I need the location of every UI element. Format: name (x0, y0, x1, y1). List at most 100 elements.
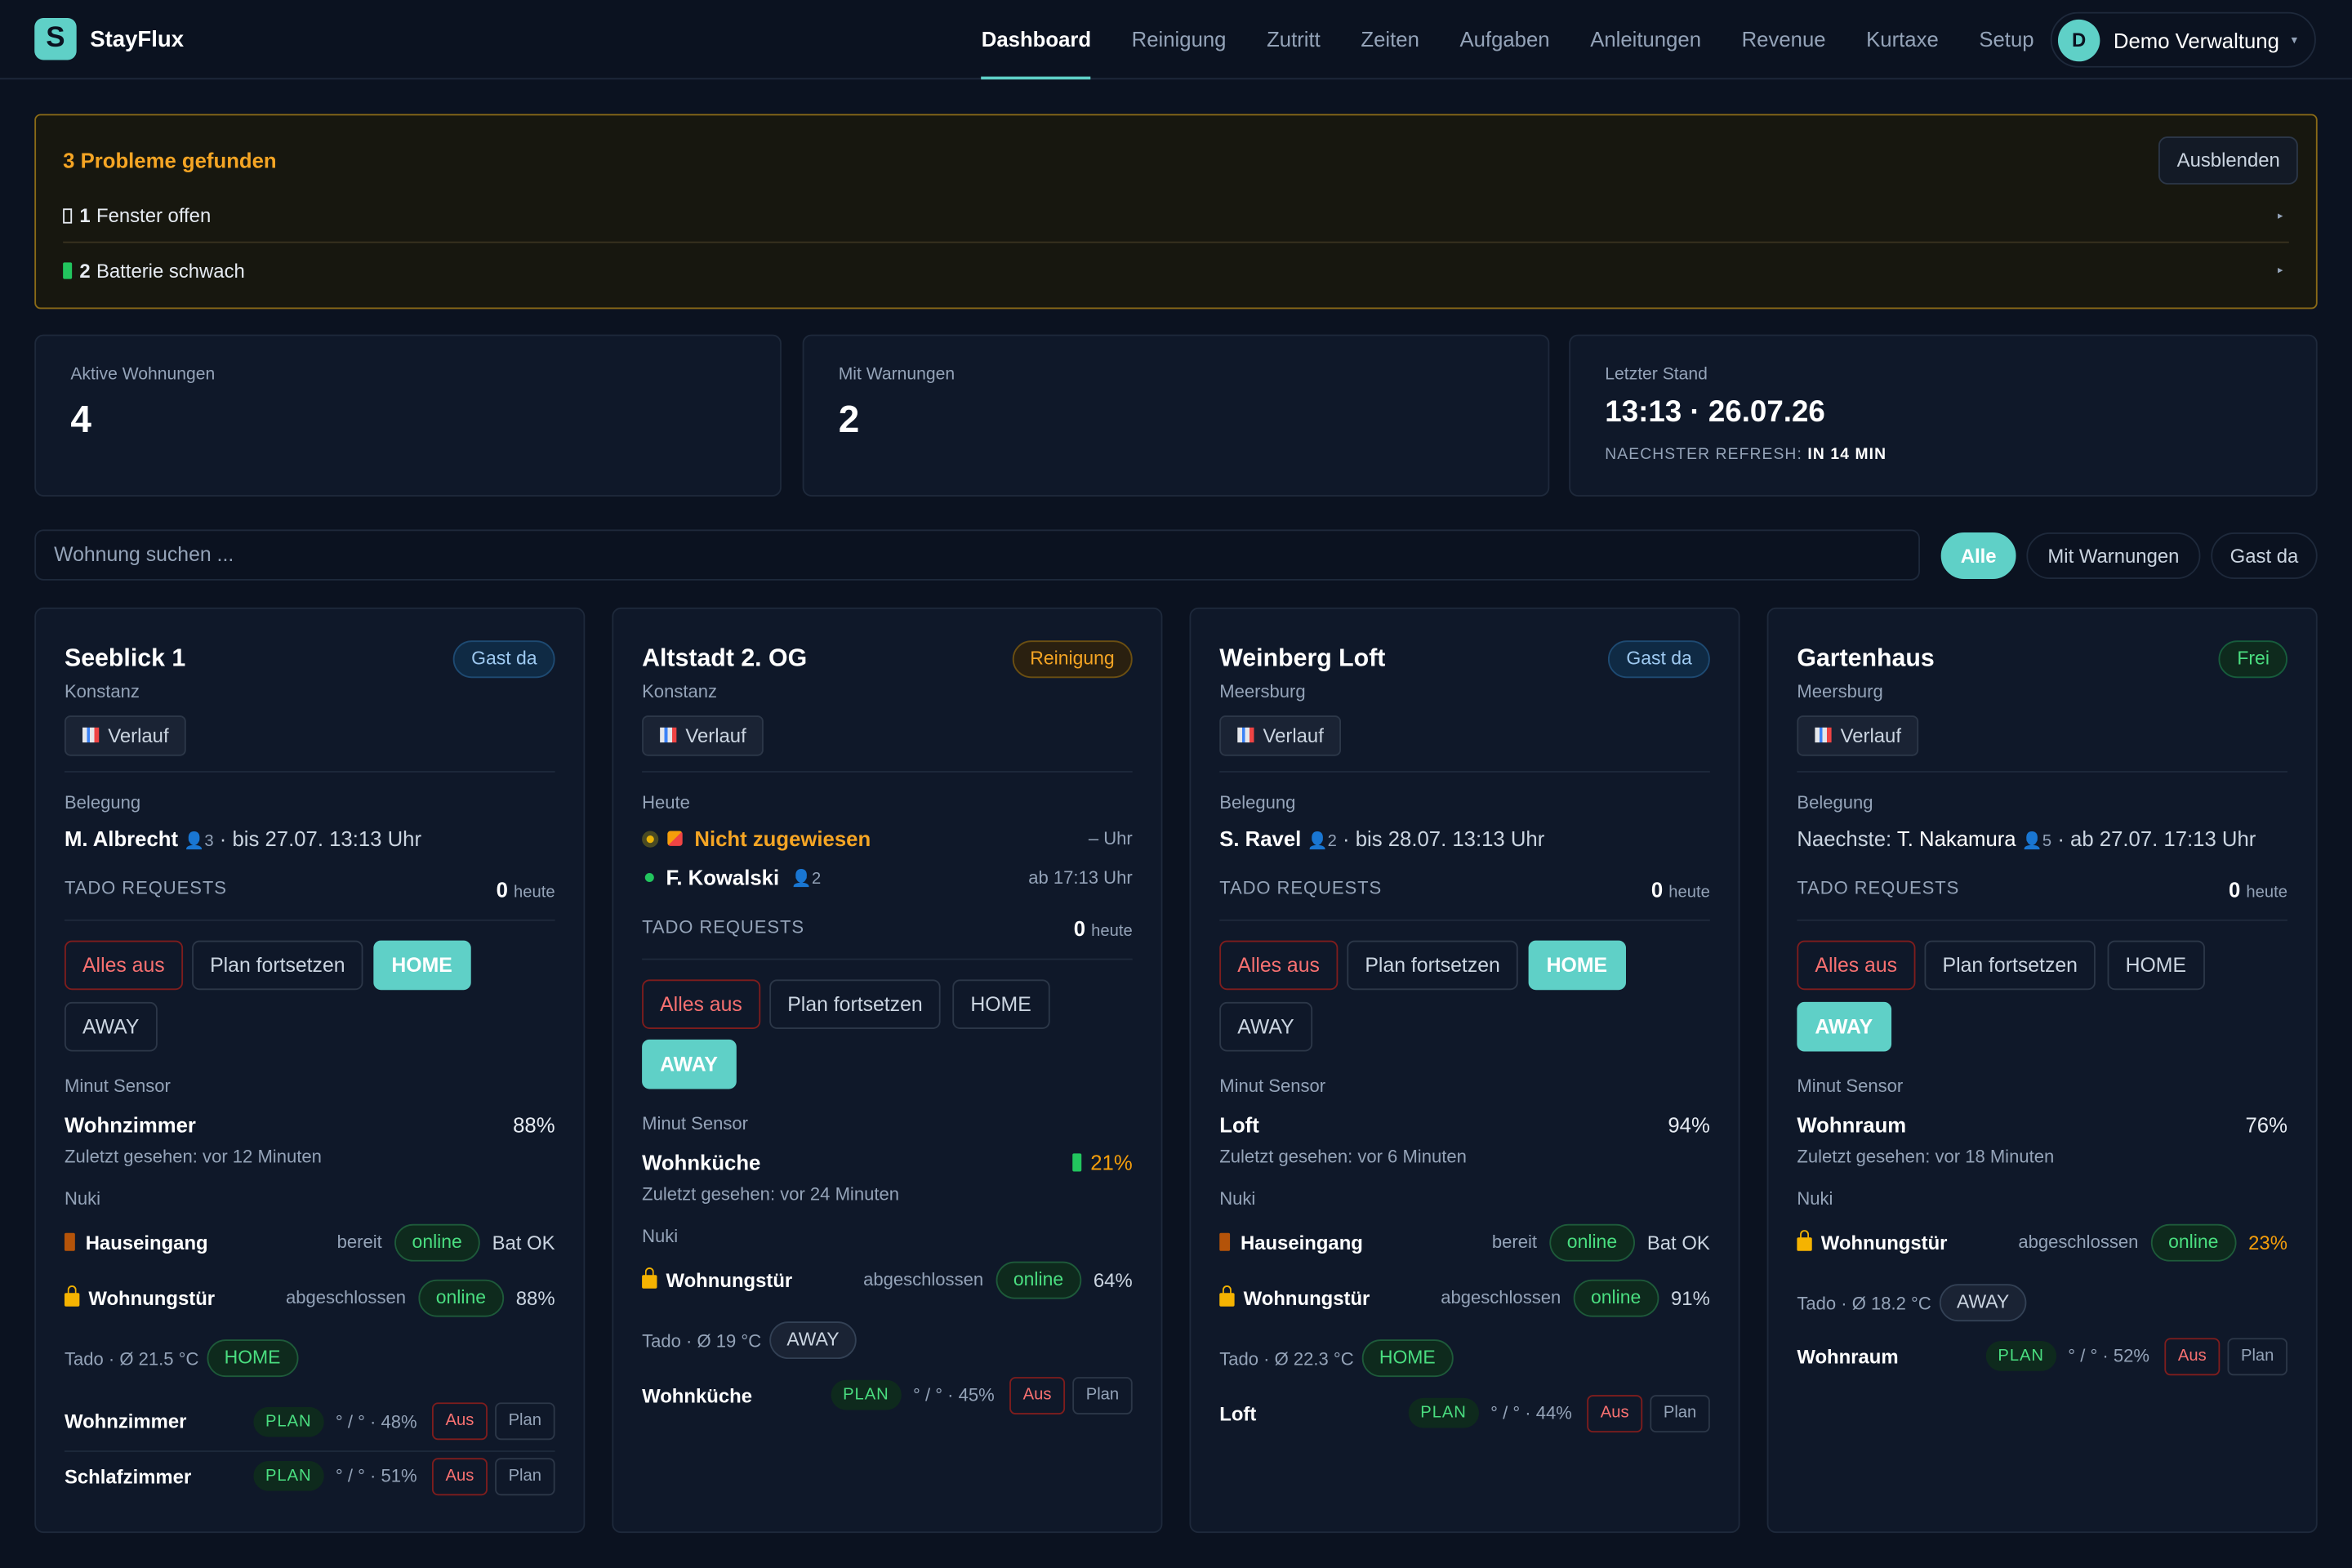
sensor-last-seen: Zuletzt gesehen: vor 24 Minuten (642, 1183, 899, 1205)
search-input[interactable]: Wohnung suchen ... (34, 529, 1920, 581)
all-off-button[interactable]: Alles aus (1219, 940, 1338, 991)
tado-requests: TADO REQUESTS 0 heute (642, 916, 1133, 941)
alert-row-window[interactable]: 1 Fenster offen ▸ (63, 189, 2289, 243)
broom-icon (667, 831, 683, 846)
app-root: S StayFlux Dashboard Reinigung Zutritt Z… (0, 0, 2352, 1567)
nav-revenue[interactable]: Revenue (1742, 0, 1826, 79)
away-mode-button[interactable]: AWAY (64, 1001, 158, 1052)
nuki-lock[interactable]: Hauseingang bereit online Bat OK (1219, 1223, 1710, 1262)
room-plan-button[interactable]: Plan (1650, 1394, 1710, 1432)
tado-requests: TADO REQUESTS 0 heute (1797, 877, 2287, 902)
home-mode-button[interactable]: HOME (952, 979, 1049, 1029)
home-mode-button[interactable]: HOME (2107, 940, 2205, 991)
plan-badge: PLAN (1985, 1341, 2056, 1371)
room-plan-button[interactable]: Plan (2227, 1337, 2287, 1375)
apartment-card: Weinberg Loft Meersburg Gast da Verlauf … (1189, 607, 1740, 1534)
stat-label: Aktive Wohnungen (70, 366, 216, 385)
away-mode-button[interactable]: AWAY (1219, 1001, 1312, 1052)
room-plan-button[interactable]: Plan (1072, 1376, 1133, 1414)
nav-zutritt[interactable]: Zutritt (1267, 0, 1321, 79)
home-mode-button[interactable]: HOME (373, 940, 470, 991)
nuki-lock[interactable]: Wohnungstür abgeschlossen online 23% (1797, 1223, 2287, 1262)
nuki-lock[interactable]: Wohnungstür abgeschlossen online 91% (1219, 1278, 1710, 1317)
chart-icon (1237, 727, 1254, 743)
apartment-city: Konstanz (64, 680, 140, 702)
sensor-value: 88% (513, 1112, 555, 1138)
section-label: Belegung (1219, 791, 1296, 813)
resume-plan-button[interactable]: Plan fortsetzen (1924, 940, 2096, 991)
status-badge: Gast da (1608, 640, 1710, 679)
nav-dashboard[interactable]: Dashboard (981, 0, 1092, 80)
user-menu[interactable]: D Demo Verwaltung ▾ (2050, 11, 2316, 68)
filter-all[interactable]: Alle (1940, 532, 2016, 579)
history-button[interactable]: Verlauf (64, 715, 187, 756)
expand-icon: ▸ (2278, 211, 2283, 221)
brand-name[interactable]: StayFlux (90, 27, 184, 52)
resume-plan-button[interactable]: Plan fortsetzen (1347, 940, 1518, 991)
history-button[interactable]: Verlauf (1219, 715, 1342, 756)
plan-badge: PLAN (253, 1460, 324, 1491)
status-dot-icon (644, 872, 654, 882)
chevron-down-icon: ▾ (2291, 33, 2297, 47)
history-button[interactable]: Verlauf (642, 715, 764, 756)
history-button[interactable]: Verlauf (1797, 715, 1920, 756)
away-mode-button[interactable]: AWAY (642, 1039, 736, 1089)
filter-guest[interactable]: Gast da (2211, 532, 2318, 579)
resume-plan-button[interactable]: Plan fortsetzen (192, 940, 363, 991)
alert-text: Fenster offen (96, 203, 212, 227)
window-icon (63, 207, 73, 223)
avatar: D (2057, 18, 2100, 61)
home-mode-button[interactable]: HOME (1528, 940, 1626, 991)
alert-row-battery[interactable]: 2 Batterie schwach ▸ (63, 243, 2289, 297)
sensor-value: 21% (1072, 1151, 1133, 1174)
room-off-button[interactable]: Aus (431, 1457, 488, 1495)
sensor-value: 94% (1668, 1112, 1710, 1138)
hide-alert-button[interactable]: Ausblenden (2158, 136, 2298, 185)
logo-icon[interactable]: S (34, 18, 77, 60)
all-off-button[interactable]: Alles aus (64, 940, 183, 991)
lock-icon (1219, 1285, 1235, 1306)
room-plan-button[interactable]: Plan (495, 1457, 555, 1495)
nuki-lock[interactable]: Hauseingang bereit online Bat OK (64, 1223, 555, 1262)
lock-icon (1797, 1229, 1812, 1250)
apartment-city: Konstanz (642, 680, 718, 702)
nav-aufgaben[interactable]: Aufgaben (1459, 0, 1549, 79)
sensor-room: Loft (1219, 1112, 1259, 1138)
apartment-city: Meersburg (1219, 680, 1306, 702)
lock-icon (64, 1285, 80, 1306)
nav-reinigung[interactable]: Reinigung (1132, 0, 1227, 79)
room-off-button[interactable]: Aus (431, 1402, 488, 1441)
door-icon (1219, 1232, 1231, 1251)
section-label: Belegung (1797, 791, 1873, 813)
nuki-lock[interactable]: Wohnungstür abgeschlossen online 88% (64, 1278, 555, 1317)
room-off-button[interactable]: Aus (1009, 1376, 1065, 1414)
apartment-name: Seeblick 1 (64, 644, 186, 672)
tado-requests: TADO REQUESTS 0 heute (1219, 877, 1710, 902)
chart-icon (1815, 727, 1832, 743)
section-label: Heute (642, 791, 690, 813)
status-badge: Gast da (453, 640, 555, 679)
resume-plan-button[interactable]: Plan fortsetzen (769, 979, 941, 1029)
section-label: Nuki (64, 1187, 101, 1209)
occupancy-line: Naechste: T. Nakamura 👤5 · ab 27.07. 17:… (1797, 826, 2256, 851)
room-off-button[interactable]: Aus (1587, 1394, 1643, 1432)
nav-zeiten[interactable]: Zeiten (1361, 0, 1419, 79)
stat-value: 13:13 · 26.07.26 (1605, 395, 1825, 430)
tado-summary: Tado · Ø 22.3 °C HOME (1219, 1339, 1454, 1378)
section-label: Belegung (64, 791, 141, 813)
nav-setup[interactable]: Setup (1979, 0, 2034, 79)
section-label: Minut Sensor (1219, 1075, 1326, 1097)
away-mode-button[interactable]: AWAY (1797, 1001, 1891, 1052)
lock-icon (642, 1267, 657, 1288)
nuki-lock[interactable]: Wohnungstür abgeschlossen online 64% (642, 1260, 1133, 1299)
nav-kurtaxe[interactable]: Kurtaxe (1866, 0, 1939, 79)
plan-badge: PLAN (253, 1405, 324, 1437)
nav-anleitungen[interactable]: Anleitungen (1590, 0, 1701, 79)
arrival-row: F. Kowalski 👤2 ab 17:13 Uhr (642, 866, 1133, 889)
all-off-button[interactable]: Alles aus (1797, 940, 1916, 991)
all-off-button[interactable]: Alles aus (642, 979, 760, 1029)
room-off-button[interactable]: Aus (2164, 1337, 2221, 1375)
room-plan-button[interactable]: Plan (495, 1402, 555, 1441)
cleaning-row[interactable]: Nicht zugewiesen – Uhr (642, 826, 1133, 850)
filter-warnings[interactable]: Mit Warnungen (2026, 532, 2201, 579)
